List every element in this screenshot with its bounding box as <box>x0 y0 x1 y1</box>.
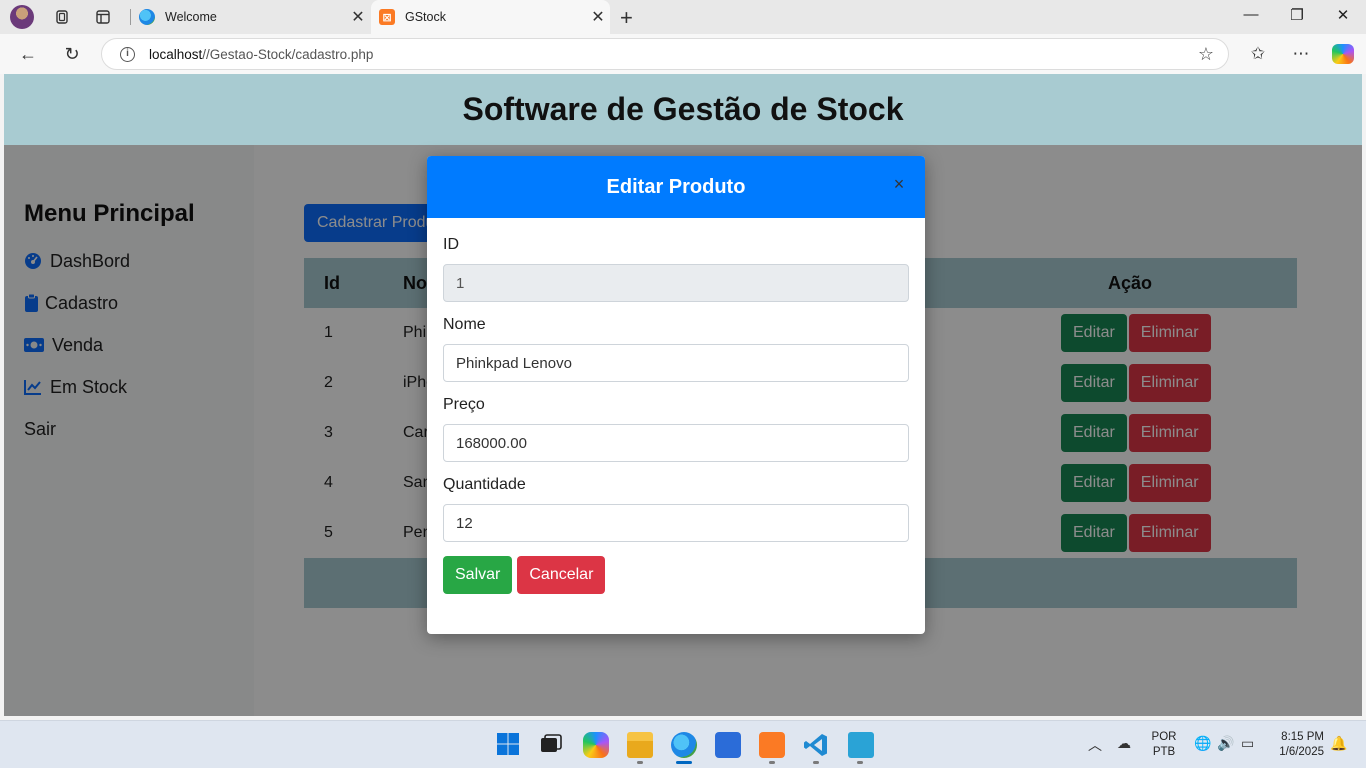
app-running-indicator <box>813 761 819 764</box>
language-code: POR <box>1151 731 1177 743</box>
save-button[interactable]: Salvar <box>443 556 513 594</box>
more-icon[interactable]: ⋯ <box>1289 42 1313 66</box>
workspaces-icon[interactable] <box>51 6 73 28</box>
tab-title: Welcome <box>165 10 217 24</box>
tab-title: GStock <box>405 10 446 24</box>
close-icon[interactable]: ✕ <box>586 7 610 27</box>
new-tab-icon[interactable]: + <box>620 5 633 31</box>
window-close-icon[interactable]: ✕ <box>1328 6 1358 24</box>
tab-actions-icon[interactable] <box>92 6 114 28</box>
url-path: //Gestao-Stock/cadastro.php <box>202 46 374 62</box>
input-language[interactable]: POR PTB <box>1150 730 1178 760</box>
clock-date: 1/6/2025 <box>1279 746 1324 758</box>
field-group-quantidade: Quantidade 12 <box>443 476 909 542</box>
back-icon[interactable]: ← <box>16 42 40 66</box>
tab-welcome[interactable]: Welcome ✕ <box>131 0 370 34</box>
favorite-star-icon[interactable]: ☆ <box>1198 44 1214 65</box>
notepad-icon[interactable] <box>848 732 874 758</box>
address-bar-row: ← ↻ i localhost//Gestao-Stock/cadastro.p… <box>0 34 1366 74</box>
app-running-indicator <box>769 761 775 764</box>
nome-field[interactable]: Phinkpad Lenovo <box>443 344 909 382</box>
file-explorer-icon[interactable] <box>627 732 653 758</box>
site-info-icon[interactable]: i <box>120 46 135 62</box>
address-bar[interactable]: i localhost//Gestao-Stock/cadastro.php ☆ <box>101 38 1229 70</box>
taskbar: ︿ ☁ POR PTB 🌐 🔊 ▭ 8:15 PM 1/6/2025 🔔 <box>0 720 1366 768</box>
preco-label: Preço <box>443 396 485 413</box>
close-icon[interactable]: × <box>891 175 907 193</box>
modal-header: Editar Produto × <box>427 156 925 218</box>
id-label: ID <box>443 236 459 253</box>
cancel-button[interactable]: Cancelar <box>517 556 606 594</box>
tab-gstock[interactable]: ⊠ GStock ✕ <box>371 0 610 34</box>
copilot-app-icon[interactable] <box>583 732 609 758</box>
favorites-icon[interactable]: ✩ <box>1246 42 1270 66</box>
store-icon[interactable] <box>715 732 741 758</box>
profile-avatar[interactable] <box>10 5 34 29</box>
start-icon[interactable] <box>496 732 522 758</box>
edge-icon[interactable] <box>671 732 697 758</box>
onedrive-sync-icon[interactable]: ☁ <box>1117 735 1131 752</box>
url-host: localhost <box>149 46 203 62</box>
field-group-preco: Preço 168000.00 <box>443 396 909 462</box>
modal-actions: Salvar Cancelar <box>443 556 909 594</box>
close-icon[interactable]: ✕ <box>346 7 370 27</box>
battery-icon[interactable]: ▭ <box>1241 735 1254 752</box>
minimize-icon[interactable]: — <box>1236 6 1266 23</box>
nome-label: Nome <box>443 316 486 333</box>
app-active-indicator <box>676 761 692 764</box>
refresh-icon[interactable]: ↻ <box>60 42 84 66</box>
clock[interactable]: 8:15 PM 1/6/2025 <box>1268 730 1324 760</box>
chevron-up-icon[interactable]: ︿ <box>1088 735 1102 755</box>
id-field: 1 <box>443 264 909 302</box>
vscode-icon[interactable] <box>803 732 829 758</box>
quantidade-field[interactable]: 12 <box>443 504 909 542</box>
notification-bell-icon[interactable]: 🔔 <box>1330 735 1347 752</box>
xampp-favicon-icon: ⊠ <box>379 9 395 25</box>
quantidade-label: Quantidade <box>443 476 526 493</box>
field-group-id: ID 1 <box>443 236 909 302</box>
copilot-icon[interactable] <box>1332 44 1354 64</box>
field-group-nome: Nome Phinkpad Lenovo <box>443 316 909 382</box>
edge-favicon-icon <box>139 9 155 25</box>
preco-field[interactable]: 168000.00 <box>443 424 909 462</box>
app-running-indicator <box>637 761 643 764</box>
browser-tab-bar: Welcome ✕ ⊠ GStock ✕ + — ❐ ✕ <box>0 0 1366 34</box>
xampp-icon[interactable] <box>759 732 785 758</box>
modal-title: Editar Produto <box>606 175 746 198</box>
keyboard-layout: PTB <box>1152 746 1176 758</box>
clock-time: 8:15 PM <box>1281 731 1324 743</box>
page-header: Software de Gestão de Stock <box>4 74 1362 145</box>
page-title: Software de Gestão de Stock <box>462 91 904 127</box>
task-view-icon[interactable] <box>539 732 565 758</box>
volume-icon[interactable]: 🔊 <box>1217 735 1234 752</box>
app-running-indicator <box>857 761 863 764</box>
network-globe-icon[interactable]: 🌐 <box>1194 735 1211 752</box>
edit-product-modal: Editar Produto × ID 1 Nome Phinkpad Leno… <box>427 156 925 634</box>
modal-body: ID 1 Nome Phinkpad Lenovo Preço 168000.0… <box>427 218 925 594</box>
restore-icon[interactable]: ❐ <box>1282 6 1312 24</box>
